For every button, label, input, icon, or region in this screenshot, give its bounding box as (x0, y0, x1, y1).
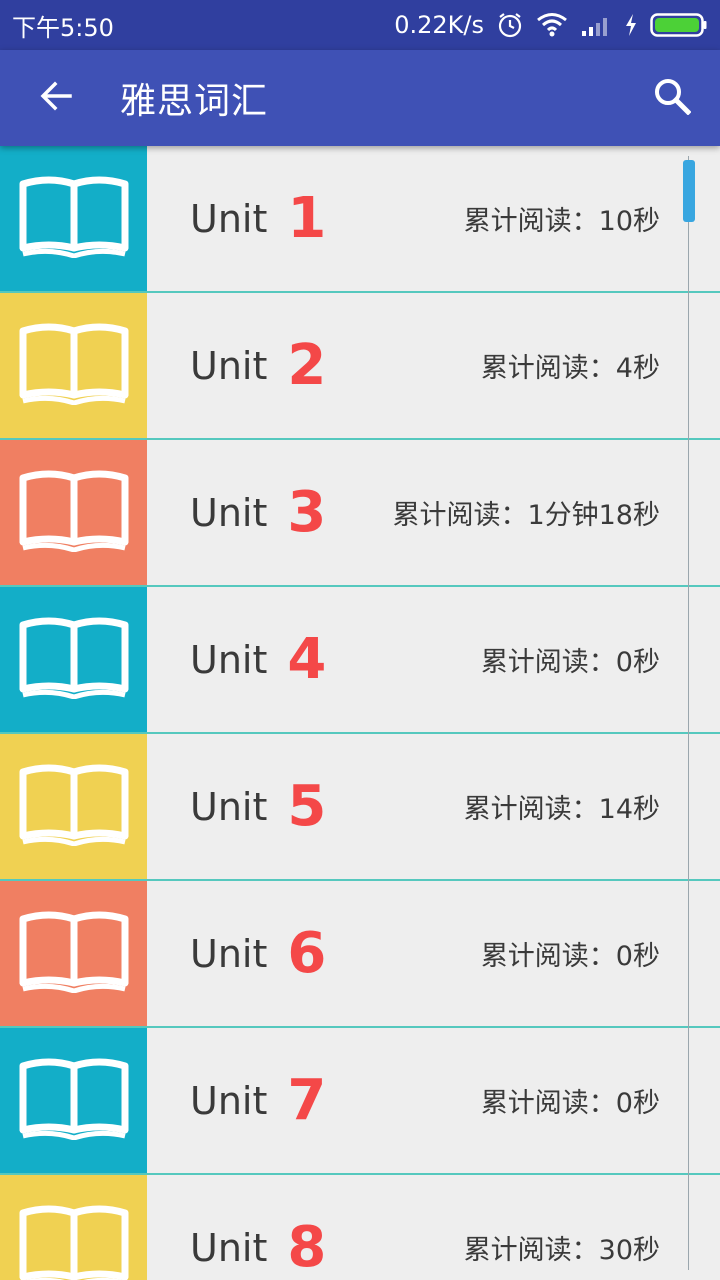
unit-word: Unit (190, 784, 268, 829)
unit-label: Unit 4 (190, 587, 326, 732)
unit-number: 7 (287, 1068, 327, 1133)
read-time: 累计阅读：14秒 (463, 794, 660, 825)
status-icons: 0.22K/s (394, 11, 708, 39)
read-time: 累计阅读：10秒 (463, 206, 660, 237)
unit-thumbnail (0, 587, 147, 732)
unit-number: 8 (287, 1215, 327, 1280)
unit-number: 2 (287, 333, 327, 398)
read-time: 累计阅读：0秒 (480, 941, 660, 972)
arrow-left-icon (38, 78, 74, 118)
unit-thumbnail (0, 1175, 147, 1280)
unit-thumbnail (0, 146, 147, 291)
book-icon (19, 911, 129, 997)
list-item[interactable]: Unit 5 累计阅读：14秒 (0, 734, 720, 881)
unit-label: Unit 1 (190, 146, 326, 291)
read-time: 累计阅读：4秒 (480, 353, 660, 384)
battery-icon (650, 12, 708, 38)
list-item[interactable]: Unit 4 累计阅读：0秒 (0, 587, 720, 734)
list-item[interactable]: Unit 6 累计阅读：0秒 (0, 881, 720, 1028)
unit-word: Unit (190, 1225, 268, 1270)
unit-list[interactable]: Unit 1 累计阅读：10秒 Unit 2 累计阅读：4秒 Unit 3 累计阅读：1分钟18… (0, 146, 720, 1280)
unit-number: 4 (287, 627, 327, 692)
charging-icon (624, 13, 638, 37)
unit-thumbnail (0, 734, 147, 879)
net-speed: 0.22K/s (394, 11, 484, 39)
unit-word: Unit (190, 637, 268, 682)
book-icon (19, 1205, 129, 1280)
unit-label: Unit 2 (190, 293, 326, 438)
read-time: 累计阅读：30秒 (463, 1235, 660, 1266)
book-icon (19, 617, 129, 703)
unit-thumbnail (0, 881, 147, 1026)
read-time: 累计阅读：1分钟18秒 (392, 500, 660, 531)
book-icon (19, 1058, 129, 1144)
unit-word: Unit (190, 1078, 268, 1123)
unit-number: 6 (287, 921, 327, 986)
list-item[interactable]: Unit 2 累计阅读：4秒 (0, 293, 720, 440)
unit-number: 1 (287, 186, 327, 251)
unit-label: Unit 3 (190, 440, 326, 585)
book-icon (19, 176, 129, 262)
book-icon (19, 764, 129, 850)
wifi-icon (536, 12, 568, 38)
unit-word: Unit (190, 343, 268, 388)
unit-label: Unit 7 (190, 1028, 326, 1173)
alarm-icon (496, 11, 524, 39)
scrollbar-thumb[interactable] (683, 160, 695, 222)
search-icon (653, 77, 692, 119)
unit-word: Unit (190, 490, 268, 535)
unit-label: Unit 6 (190, 881, 326, 1026)
status-time: 下午5:50 (12, 13, 114, 42)
status-bar: 下午5:50 0.22K/s (0, 0, 720, 50)
read-time: 累计阅读：0秒 (480, 1088, 660, 1119)
unit-label: Unit 8 (190, 1175, 326, 1280)
app-bar: 雅思词汇 (0, 50, 720, 146)
search-button[interactable] (624, 50, 720, 146)
list-item[interactable]: Unit 8 累计阅读：30秒 (0, 1175, 720, 1280)
list-item[interactable]: Unit 7 累计阅读：0秒 (0, 1028, 720, 1175)
unit-thumbnail (0, 1028, 147, 1173)
unit-label: Unit 5 (190, 734, 326, 879)
unit-number: 5 (287, 774, 327, 839)
back-button[interactable] (0, 50, 112, 146)
scrollbar-track (688, 156, 689, 1270)
read-time: 累计阅读：0秒 (480, 647, 660, 678)
unit-thumbnail (0, 440, 147, 585)
signal-icon (580, 13, 612, 37)
list-item[interactable]: Unit 3 累计阅读：1分钟18秒 (0, 440, 720, 587)
unit-number: 3 (287, 480, 327, 545)
unit-thumbnail (0, 293, 147, 438)
unit-word: Unit (190, 196, 268, 241)
book-icon (19, 470, 129, 556)
unit-word: Unit (190, 931, 268, 976)
list-item[interactable]: Unit 1 累计阅读：10秒 (0, 146, 720, 293)
book-icon (19, 323, 129, 409)
page-title: 雅思词汇 (120, 81, 269, 122)
